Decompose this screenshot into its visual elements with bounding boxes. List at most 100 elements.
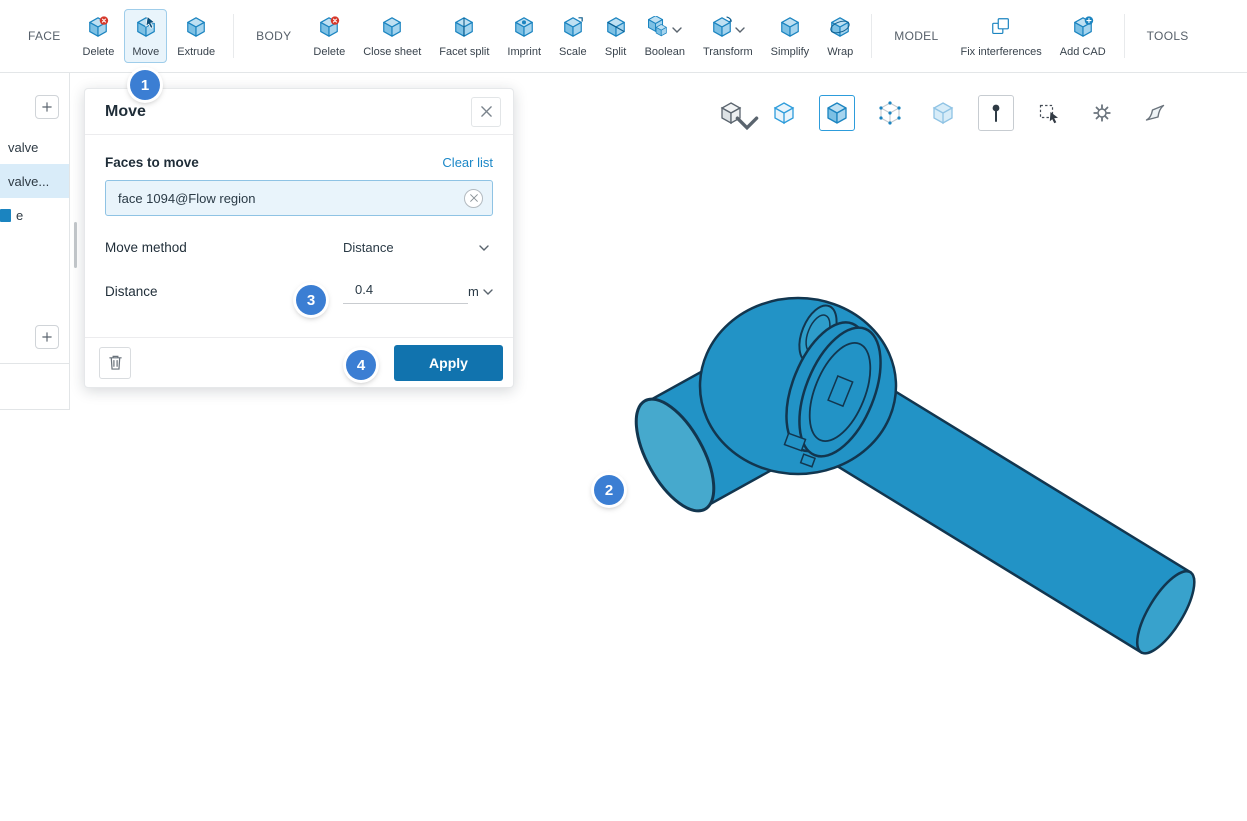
close-sheet-button[interactable]: Close sheet (355, 9, 429, 63)
sidebar-divider (0, 363, 69, 364)
distance-input[interactable] (343, 279, 468, 304)
move-face-button[interactable]: Move (124, 9, 167, 63)
wrap-button[interactable]: Wrap (819, 9, 861, 63)
plus-icon (42, 102, 52, 112)
tree-item-label: valve (8, 140, 38, 155)
selection-value: face 1094@Flow region (118, 191, 256, 206)
toolbar-item-label: Delete (313, 46, 345, 58)
step-badge-3: 3 (296, 285, 326, 315)
dialog-title: Move (105, 103, 146, 121)
scale-button[interactable]: Scale (551, 9, 595, 63)
simplify-icon (779, 16, 801, 43)
unit-chevron-icon (483, 289, 493, 295)
transform-icon (711, 16, 733, 43)
delete-operation-button[interactable] (99, 347, 131, 379)
vertex-view-button[interactable] (872, 95, 908, 131)
toolbar-item-label: Add CAD (1060, 46, 1106, 58)
3d-valve-model[interactable] (560, 270, 1240, 690)
transparent-view-button[interactable] (925, 95, 961, 131)
toolbar-item-label: Simplify (771, 46, 810, 58)
tools-section-label: TOOLS (1147, 29, 1189, 43)
wireframe-view-icon (772, 101, 796, 125)
split-button[interactable]: Split (597, 9, 635, 63)
extrude-face-icon (185, 16, 207, 43)
shaded-view-button[interactable] (819, 95, 855, 131)
view-mode-cube-button[interactable] (713, 95, 749, 131)
toolbar-item-label: Transform (703, 46, 753, 58)
body-section-label: BODY (256, 29, 291, 43)
scene-tree-sidebar: valve valve... e (0, 73, 70, 410)
toolbar-item-label: Fix interferences (960, 46, 1041, 58)
toolbar-item-label: Imprint (507, 46, 541, 58)
transform-button[interactable]: Transform (695, 9, 761, 63)
split-icon (605, 16, 627, 43)
surface-tool-button[interactable] (1137, 95, 1173, 131)
delete-body-icon (318, 16, 340, 43)
apply-button[interactable]: Apply (394, 345, 503, 381)
view-mode-dropdown-chevron[interactable] (735, 111, 759, 135)
delete-face-button[interactable]: Delete (75, 9, 123, 63)
app-root: FACE Delete Move Extrude BODY (0, 0, 1247, 821)
dialog-close-button[interactable] (471, 97, 501, 127)
toolbar-divider (871, 14, 872, 58)
delete-face-icon (87, 16, 109, 43)
wrap-icon (829, 16, 851, 43)
transform-dropdown-chevron[interactable] (735, 27, 745, 33)
viewport-toolbar (713, 95, 1173, 131)
add-cad-button[interactable]: Add CAD (1052, 9, 1114, 63)
box-select-tool-button[interactable] (1031, 95, 1067, 131)
tree-item-valve[interactable]: valve (0, 130, 69, 164)
scrollbar-thumb[interactable] (74, 222, 77, 268)
add-item-button-2[interactable] (35, 325, 59, 349)
boolean-dropdown-chevron[interactable] (672, 27, 682, 33)
surface-sheet-icon (1143, 101, 1167, 125)
fix-interferences-icon (990, 16, 1012, 43)
close-sheet-icon (381, 16, 403, 43)
imprint-button[interactable]: Imprint (499, 9, 549, 63)
gear-icon (1090, 101, 1114, 125)
keypoint-tool-button[interactable] (978, 95, 1014, 131)
delete-body-button[interactable]: Delete (305, 9, 353, 63)
wireframe-view-button[interactable] (766, 95, 802, 131)
add-item-button[interactable] (35, 95, 59, 119)
remove-selection-button[interactable] (464, 189, 483, 208)
clear-list-link[interactable]: Clear list (442, 155, 493, 170)
vertex-view-icon (878, 101, 902, 125)
step-badge-2: 2 (594, 475, 624, 505)
faces-selection-field[interactable]: face 1094@Flow region (105, 180, 493, 216)
faces-to-move-label: Faces to move (105, 155, 199, 170)
model-section-label: MODEL (894, 29, 938, 43)
add-cad-icon (1072, 16, 1094, 43)
toolbar-divider (1124, 14, 1125, 58)
face-section-label: FACE (28, 29, 61, 43)
move-dialog: Move Faces to move Clear list face 1094@… (84, 88, 514, 388)
toolbar-item-label: Move (132, 46, 159, 58)
toolbar-item-label: Delete (83, 46, 115, 58)
tree-item-label: e (16, 208, 23, 223)
move-face-icon (135, 16, 157, 43)
facet-split-button[interactable]: Facet split (431, 9, 497, 63)
tree-item-label: valve... (8, 174, 49, 189)
distance-unit-select[interactable]: m (468, 284, 495, 299)
tree-item-flow-region[interactable]: e (0, 198, 69, 232)
simplify-button[interactable]: Simplify (763, 9, 818, 63)
body-cube-icon (0, 209, 11, 222)
boolean-button[interactable]: Boolean (637, 9, 693, 63)
toolbar-divider (233, 14, 234, 58)
tree-item-valve-selected[interactable]: valve... (0, 164, 69, 198)
extrude-face-button[interactable]: Extrude (169, 9, 223, 63)
scale-icon (562, 16, 584, 43)
fix-interferences-button[interactable]: Fix interferences (952, 9, 1049, 63)
toolbar-item-label: Facet split (439, 46, 489, 58)
toolbar-item-label: Scale (559, 46, 587, 58)
remove-selection-x-icon (470, 194, 478, 202)
gear-tool-button[interactable] (1084, 95, 1120, 131)
toolbar-item-label: Close sheet (363, 46, 421, 58)
boolean-icon (648, 16, 670, 43)
imprint-icon (513, 16, 535, 43)
close-icon (481, 106, 492, 117)
plus-icon (42, 332, 52, 342)
move-method-select[interactable]: Distance (343, 240, 493, 255)
move-method-value: Distance (343, 240, 394, 255)
trash-icon (108, 354, 123, 371)
